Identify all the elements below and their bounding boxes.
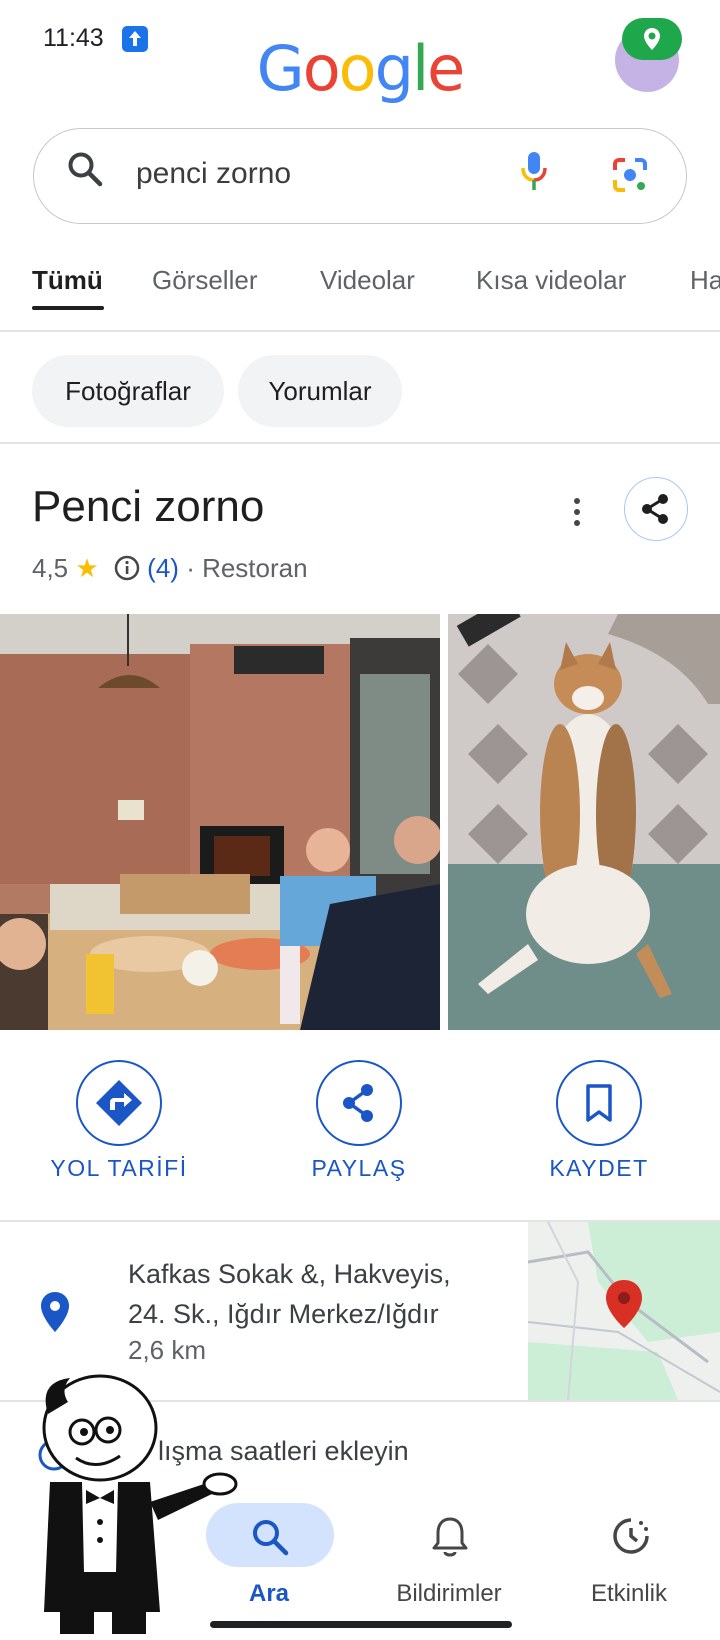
directions-label[interactable]: YOL TARİFİ [19,1155,219,1182]
tab-short-videos[interactable]: Kısa videolar [476,265,626,296]
nav-activity-label[interactable]: Etkinlik [539,1580,719,1608]
rating-line: 4,5 ★ (4) · Restoran [32,553,308,588]
share-button[interactable] [316,1060,402,1146]
info-icon[interactable] [114,555,140,588]
header-share-button[interactable] [624,477,688,541]
bookmark-icon [586,1084,612,1122]
save-label[interactable]: KAYDET [499,1155,699,1182]
chips-divider [0,442,720,444]
google-logo: Google [0,32,720,105]
tab-more[interactable]: Ha [690,265,720,296]
share-icon [343,1084,373,1122]
tab-images[interactable]: Görseller [152,265,257,296]
location-badge[interactable] [622,18,682,60]
nav-search-icon[interactable] [250,1517,290,1562]
nav-notifications-label[interactable]: Bildirimler [359,1580,539,1608]
search-box[interactable] [33,128,687,224]
place-photo-restaurant[interactable] [0,614,440,1030]
chip-photos[interactable]: Fotoğraflar [32,355,224,427]
place-title: Penci zorno [32,482,265,531]
tabs-divider [0,330,720,332]
address-line-2: 24. Sk., Iğdır Merkez/Iğdır [128,1299,439,1329]
tab-all[interactable]: Tümü [32,265,103,296]
tab-videos[interactable]: Videolar [320,265,415,296]
search-query[interactable]: penci zorno [136,157,291,191]
save-button[interactable] [556,1060,642,1146]
distance-text: 2,6 km [128,1335,207,1365]
place-category: · Restoran [186,553,308,583]
home-indicator [210,1621,512,1628]
search-icon[interactable] [66,150,104,193]
directions-icon [96,1080,142,1126]
logo-letter-e: e [427,32,465,105]
location-pin-icon [644,28,660,50]
lens-icon[interactable] [611,156,649,199]
rating-value: 4,5 [32,553,69,583]
logo-letter-o1: o [302,32,341,105]
directions-button[interactable] [76,1060,162,1146]
map-thumbnail[interactable] [528,1222,720,1400]
address-line-1: Kafkas Sokak &, Hakveyis, [128,1259,451,1289]
share-icon [642,494,668,524]
star-icon: ★ [75,553,99,583]
location-pin-icon [38,1290,72,1339]
activity-icon[interactable] [610,1515,652,1562]
place-photo-cat[interactable] [448,614,720,1030]
logo-letter-g2: g [374,32,414,105]
bell-icon[interactable] [430,1515,470,1564]
address-text[interactable]: Kafkas Sokak &, Hakveyis, 24. Sk., Iğdır… [128,1254,451,1334]
logo-letter-g: G [256,32,305,105]
logo-letter-o2: o [338,32,377,105]
microphone-icon[interactable] [519,150,549,199]
review-count-link[interactable]: (4) [147,553,179,583]
logo-letter-l: l [411,32,429,105]
active-tab-indicator [32,306,104,310]
chip-reviews[interactable]: Yorumlar [238,355,402,427]
more-options-icon[interactable] [567,496,587,528]
waiter-cartoon-sticker [20,1372,240,1640]
share-label[interactable]: PAYLAŞ [259,1155,459,1182]
